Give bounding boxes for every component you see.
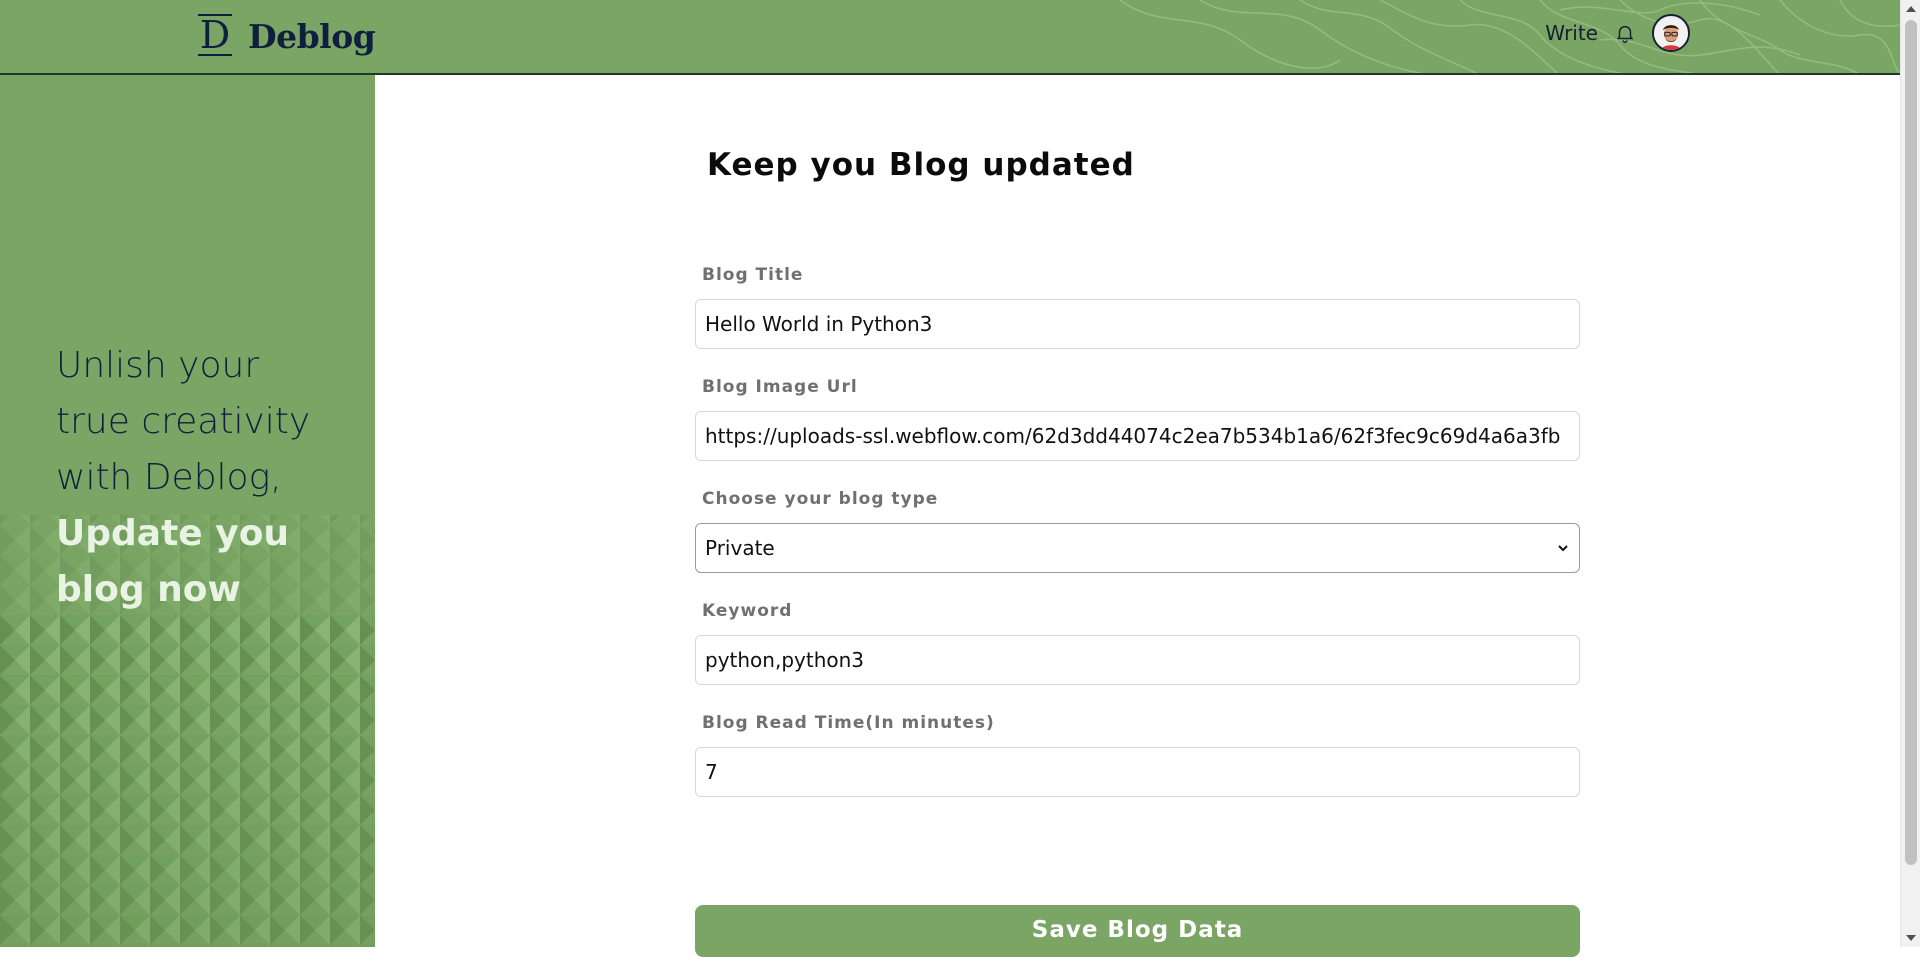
logo-mark-icon: D	[198, 13, 232, 57]
chevron-down-icon	[1556, 541, 1570, 555]
header-topographic-pattern	[1119, 0, 1900, 73]
blog-type-label: Choose your blog type	[702, 489, 939, 509]
tagline-line: true creativity	[56, 401, 311, 442]
tagline-bold-line: blog now	[56, 569, 241, 610]
sidebar-tagline: Unlish your true creativity with Deblog,…	[56, 338, 356, 618]
page-scrollbar[interactable]	[1900, 0, 1920, 947]
tagline-line: Unlish your	[56, 345, 260, 386]
main-content: Keep you Blog updated Blog Title Hello W…	[375, 75, 1900, 957]
keyword-label: Keyword	[702, 601, 793, 621]
blog-title-input[interactable]: Hello World in Python3	[695, 299, 1580, 349]
field-keyword: Keyword python,python3	[695, 601, 1580, 685]
top-header: D Deblog Write	[0, 0, 1900, 75]
blog-title-label: Blog Title	[702, 265, 804, 285]
tagline-bold-line: Update you	[56, 513, 290, 554]
field-blog-title: Blog Title Hello World in Python3	[695, 265, 1580, 349]
sidebar-hero: Unlish your true creativity with Deblog,…	[0, 75, 375, 947]
blog-image-url-label: Blog Image Url	[702, 377, 858, 397]
blog-form: Blog Title Hello World in Python3 Blog I…	[695, 265, 1580, 825]
logo-text: Deblog	[248, 16, 376, 56]
avatar[interactable]	[1652, 14, 1690, 52]
read-time-label: Blog Read Time(In minutes)	[702, 713, 995, 733]
save-blog-button[interactable]: Save Blog Data	[695, 905, 1580, 957]
scroll-down-icon[interactable]	[1906, 935, 1916, 941]
read-time-input[interactable]: 7	[695, 747, 1580, 797]
scroll-up-icon[interactable]	[1906, 6, 1916, 12]
tagline-line: with Deblog,	[56, 457, 282, 498]
field-read-time: Blog Read Time(In minutes) 7	[695, 713, 1580, 797]
field-blog-image-url: Blog Image Url https://uploads-ssl.webfl…	[695, 377, 1580, 461]
field-blog-type: Choose your blog type Private	[695, 489, 1580, 573]
header-actions: Write	[1545, 14, 1690, 52]
keyword-input[interactable]: python,python3	[695, 635, 1580, 685]
write-link[interactable]: Write	[1545, 21, 1598, 45]
logo[interactable]: D Deblog	[198, 13, 376, 58]
scroll-thumb[interactable]	[1905, 20, 1917, 865]
blog-image-url-input[interactable]: https://uploads-ssl.webflow.com/62d3dd44…	[695, 411, 1580, 461]
blog-type-selected: Private	[705, 536, 775, 560]
page-title: Keep you Blog updated	[707, 147, 1135, 183]
blog-type-select[interactable]: Private	[695, 523, 1580, 573]
bell-icon[interactable]	[1614, 22, 1636, 44]
